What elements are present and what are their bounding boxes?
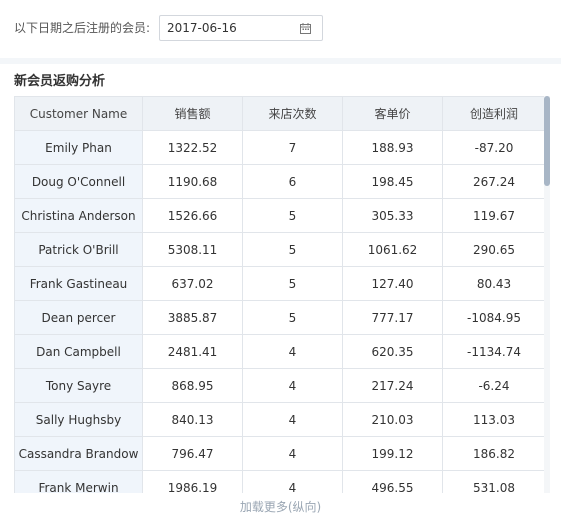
cell-visits: 6: [242, 164, 343, 199]
cell-visits: 7: [242, 130, 343, 165]
cell-profit: -6.24: [442, 368, 546, 403]
calendar-icon[interactable]: [300, 23, 311, 34]
column-header-profit[interactable]: 创造利润: [442, 96, 546, 131]
cell-profit: -87.20: [442, 130, 546, 165]
customer-table: Customer Name 销售额 来店次数 客单价 创造利润 Emily Ph…: [14, 96, 546, 493]
cell-profit: 119.67: [442, 198, 546, 233]
cell-sales: 1322.52: [142, 130, 243, 165]
cell-sales: 5308.11: [142, 232, 243, 267]
table-row[interactable]: Cassandra Brandow 796.47 4 199.12 186.82: [14, 436, 546, 471]
table-row[interactable]: Frank Merwin 1986.19 4 496.55 531.08: [14, 470, 546, 493]
cell-avg-order: 199.12: [342, 436, 443, 471]
cell-profit: 531.08: [442, 470, 546, 493]
panel-title: 新会员返购分析: [14, 74, 106, 89]
cell-visits: 5: [242, 300, 343, 335]
table-row[interactable]: Frank Gastineau 637.02 5 127.40 80.43: [14, 266, 546, 301]
cell-customer-name: Tony Sayre: [14, 368, 143, 403]
cell-visits: 4: [242, 436, 343, 471]
cell-sales: 1190.68: [142, 164, 243, 199]
cell-customer-name: Dean percer: [14, 300, 143, 335]
column-header-visits[interactable]: 来店次数: [242, 96, 343, 131]
cell-avg-order: 305.33: [342, 198, 443, 233]
column-header-sales[interactable]: 销售额: [142, 96, 243, 131]
cell-profit: 80.43: [442, 266, 546, 301]
cell-avg-order: 217.24: [342, 368, 443, 403]
cell-visits: 5: [242, 232, 343, 267]
cell-visits: 4: [242, 402, 343, 437]
cell-visits: 4: [242, 470, 343, 493]
cell-profit: 113.03: [442, 402, 546, 437]
scrollbar-thumb[interactable]: [544, 96, 550, 186]
repurchase-analysis-panel: 新会员返购分析 Customer Name 销售额 来店次数 客单价 创造利润 …: [0, 64, 561, 521]
cell-customer-name: Emily Phan: [14, 130, 143, 165]
registration-date-input[interactable]: 2017-06-16: [159, 15, 323, 41]
cell-customer-name: Frank Gastineau: [14, 266, 143, 301]
cell-visits: 4: [242, 368, 343, 403]
cell-sales: 796.47: [142, 436, 243, 471]
cell-sales: 1526.66: [142, 198, 243, 233]
cell-sales: 868.95: [142, 368, 243, 403]
cell-customer-name: Sally Hughsby: [14, 402, 143, 437]
cell-sales: 840.13: [142, 402, 243, 437]
cell-sales: 1986.19: [142, 470, 243, 493]
cell-customer-name: Patrick O'Brill: [14, 232, 143, 267]
cell-avg-order: 127.40: [342, 266, 443, 301]
cell-profit: 267.24: [442, 164, 546, 199]
table-viewport: Customer Name 销售额 来店次数 客单价 创造利润 Emily Ph…: [14, 96, 551, 493]
filter-bar: 以下日期之后注册的会员: 2017-06-16: [0, 0, 561, 58]
date-value: 2017-06-16: [167, 21, 237, 35]
table-row[interactable]: Christina Anderson 1526.66 5 305.33 119.67: [14, 198, 546, 233]
filter-label: 以下日期之后注册的会员:: [14, 21, 151, 35]
table-row[interactable]: Emily Phan 1322.52 7 188.93 -87.20: [14, 130, 546, 165]
cell-customer-name: Dan Campbell: [14, 334, 143, 369]
table-row[interactable]: Dean percer 3885.87 5 777.17 -1084.95: [14, 300, 546, 335]
cell-avg-order: 1061.62: [342, 232, 443, 267]
cell-visits: 5: [242, 266, 343, 301]
table-scrollbar[interactable]: [544, 96, 550, 493]
table-body: Emily Phan 1322.52 7 188.93 -87.20 Doug O'Con…: [14, 130, 546, 493]
cell-avg-order: 777.17: [342, 300, 443, 335]
cell-visits: 5: [242, 198, 343, 233]
column-header-avg-order[interactable]: 客单价: [342, 96, 443, 131]
table-row[interactable]: Sally Hughsby 840.13 4 210.03 113.03: [14, 402, 546, 437]
cell-customer-name: Doug O'Connell: [14, 164, 143, 199]
table-row[interactable]: Dan Campbell 2481.41 4 620.35 -1134.74: [14, 334, 546, 369]
load-more-link[interactable]: 加载更多(纵向): [0, 499, 561, 515]
column-header-customer-name[interactable]: Customer Name: [14, 96, 143, 131]
cell-customer-name: Cassandra Brandow: [14, 436, 143, 471]
cell-profit: -1084.95: [442, 300, 546, 335]
cell-sales: 637.02: [142, 266, 243, 301]
cell-profit: -1134.74: [442, 334, 546, 369]
cell-customer-name: Frank Merwin: [14, 470, 143, 493]
table-row[interactable]: Patrick O'Brill 5308.11 5 1061.62 290.65: [14, 232, 546, 267]
cell-customer-name: Christina Anderson: [14, 198, 143, 233]
cell-profit: 186.82: [442, 436, 546, 471]
table-header-row: Customer Name 销售额 来店次数 客单价 创造利润: [14, 96, 546, 131]
cell-avg-order: 496.55: [342, 470, 443, 493]
table-row[interactable]: Doug O'Connell 1190.68 6 198.45 267.24: [14, 164, 546, 199]
cell-sales: 3885.87: [142, 300, 243, 335]
cell-sales: 2481.41: [142, 334, 243, 369]
cell-avg-order: 210.03: [342, 402, 443, 437]
table-row[interactable]: Tony Sayre 868.95 4 217.24 -6.24: [14, 368, 546, 403]
cell-avg-order: 188.93: [342, 130, 443, 165]
cell-visits: 4: [242, 334, 343, 369]
cell-avg-order: 198.45: [342, 164, 443, 199]
cell-avg-order: 620.35: [342, 334, 443, 369]
cell-profit: 290.65: [442, 232, 546, 267]
